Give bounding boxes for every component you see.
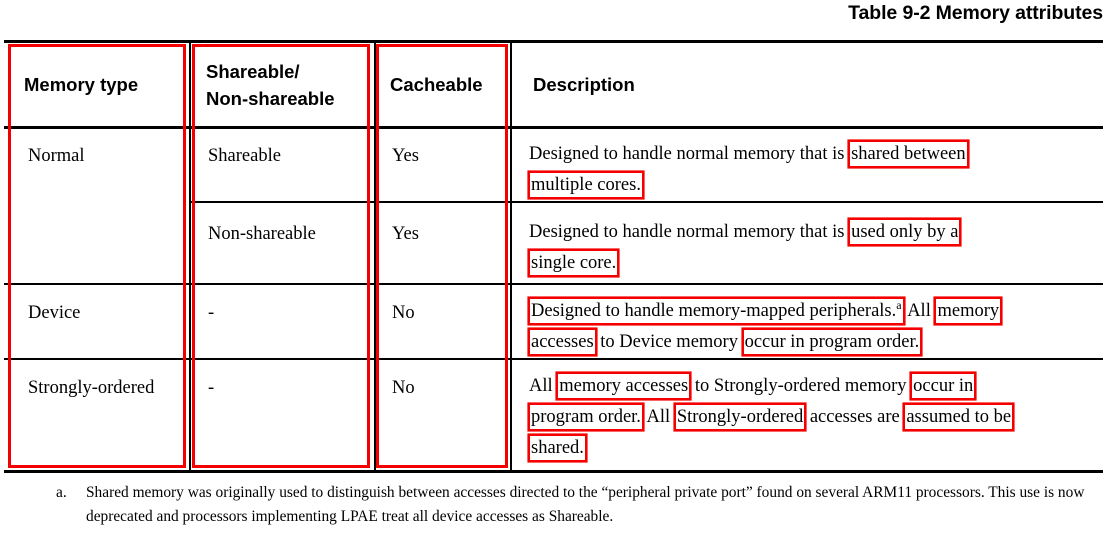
annotation-highlight: memory — [937, 301, 1000, 321]
cell-memory-type-normal: Normal — [28, 146, 85, 166]
column-divider-2 — [374, 40, 376, 473]
description-line: All memory accesses to Strongly-ordered … — [529, 371, 1104, 402]
cell-shareable-strongly-ordered: - — [208, 378, 215, 398]
column-divider-1 — [189, 40, 191, 473]
description-line: shared. — [529, 433, 1104, 464]
cell-memory-type-device: Device — [28, 303, 81, 323]
footnote-reference: a — [896, 297, 902, 312]
column-header-memory-type: Memory type — [24, 74, 139, 95]
annotation-highlight: shared between — [851, 144, 966, 164]
column-header-shareable-line2: Non-shareable — [206, 88, 335, 109]
annotation-highlight: accesses — [531, 332, 594, 352]
description-text: Designed to handle normal memory that is — [529, 222, 850, 242]
column-header-description: Description — [533, 74, 635, 95]
cell-cacheable-normal-shareable: Yes — [392, 146, 419, 166]
annotation-highlight: occur in — [913, 376, 974, 396]
footnote: a. Shared memory was originally used to … — [56, 481, 1096, 528]
description-line: Designed to handle memory-mapped periphe… — [529, 296, 1104, 327]
cell-memory-type-strongly-ordered: Strongly-ordered — [28, 378, 155, 398]
cell-description-device: Designed to handle memory-mapped periphe… — [529, 296, 1104, 358]
annotation-highlight: used only by a — [851, 222, 959, 242]
description-text: accesses are — [805, 407, 905, 427]
annotation-highlight: assumed to be — [906, 407, 1012, 427]
cell-description-normal-non-shareable: Designed to handle normal memory that is… — [529, 217, 1099, 279]
annotation-box-column-cacheable — [376, 44, 508, 468]
table-header-divider — [4, 126, 1103, 129]
description-text: to Strongly-ordered memory — [690, 376, 912, 396]
memory-attributes-table: Memory type Shareable/ Non-shareable Cac… — [4, 40, 1103, 473]
description-text: Designed to handle normal memory that is — [529, 144, 850, 164]
description-line: multiple cores. — [529, 170, 1099, 201]
row-divider-strongly-ordered — [4, 358, 1103, 360]
description-line: accesses to Device memory occur in progr… — [529, 327, 1104, 358]
description-text: All — [529, 376, 558, 396]
annotation-box-column-memory-type — [8, 44, 186, 468]
description-line: program order. All Strongly-ordered acce… — [529, 402, 1104, 433]
annotation-highlight: program order. — [531, 407, 641, 427]
cell-shareable-shareable: Shareable — [208, 146, 281, 166]
description-line: Designed to handle normal memory that is… — [529, 139, 1099, 170]
annotation-highlight: Strongly-ordered — [676, 407, 804, 427]
row-divider-normal-subrows — [190, 201, 1103, 203]
cell-shareable-non-shareable: Non-shareable — [208, 224, 316, 244]
cell-shareable-device: - — [208, 303, 215, 323]
column-header-shareable: Shareable/ Non-shareable — [206, 58, 371, 112]
footnote-text: Shared memory was originally used to dis… — [86, 484, 1085, 525]
page-title: Table 9-2 Memory attributes — [848, 2, 1103, 24]
annotation-highlight: multiple cores. — [531, 175, 641, 195]
description-text: All — [903, 301, 936, 321]
table-bottom-border — [4, 470, 1103, 473]
cell-description-normal-shareable: Designed to handle normal memory that is… — [529, 139, 1099, 201]
table-top-border — [4, 40, 1103, 43]
description-line: single core. — [529, 248, 1099, 279]
footnote-marker: a. — [56, 484, 67, 501]
cell-description-strongly-ordered: All memory accesses to Strongly-ordered … — [529, 371, 1104, 464]
annotation-highlight: memory accesses — [559, 376, 689, 396]
annotation-highlight: occur in program order. — [744, 332, 920, 352]
column-header-shareable-line1: Shareable/ — [206, 61, 300, 82]
cell-cacheable-device: No — [392, 303, 415, 323]
row-divider-device — [4, 283, 1103, 285]
column-divider-3 — [510, 40, 512, 473]
cell-cacheable-normal-non-shareable: Yes — [392, 224, 419, 244]
annotation-highlight: shared. — [531, 438, 584, 458]
cell-cacheable-strongly-ordered: No — [392, 378, 415, 398]
annotation-highlight: Designed to handle memory-mapped periphe… — [531, 297, 902, 321]
description-text: to Device memory — [595, 332, 743, 352]
description-text: All — [642, 407, 675, 427]
column-header-cacheable: Cacheable — [390, 74, 483, 95]
annotation-highlight: single core. — [531, 253, 617, 273]
description-line: Designed to handle normal memory that is… — [529, 217, 1099, 248]
